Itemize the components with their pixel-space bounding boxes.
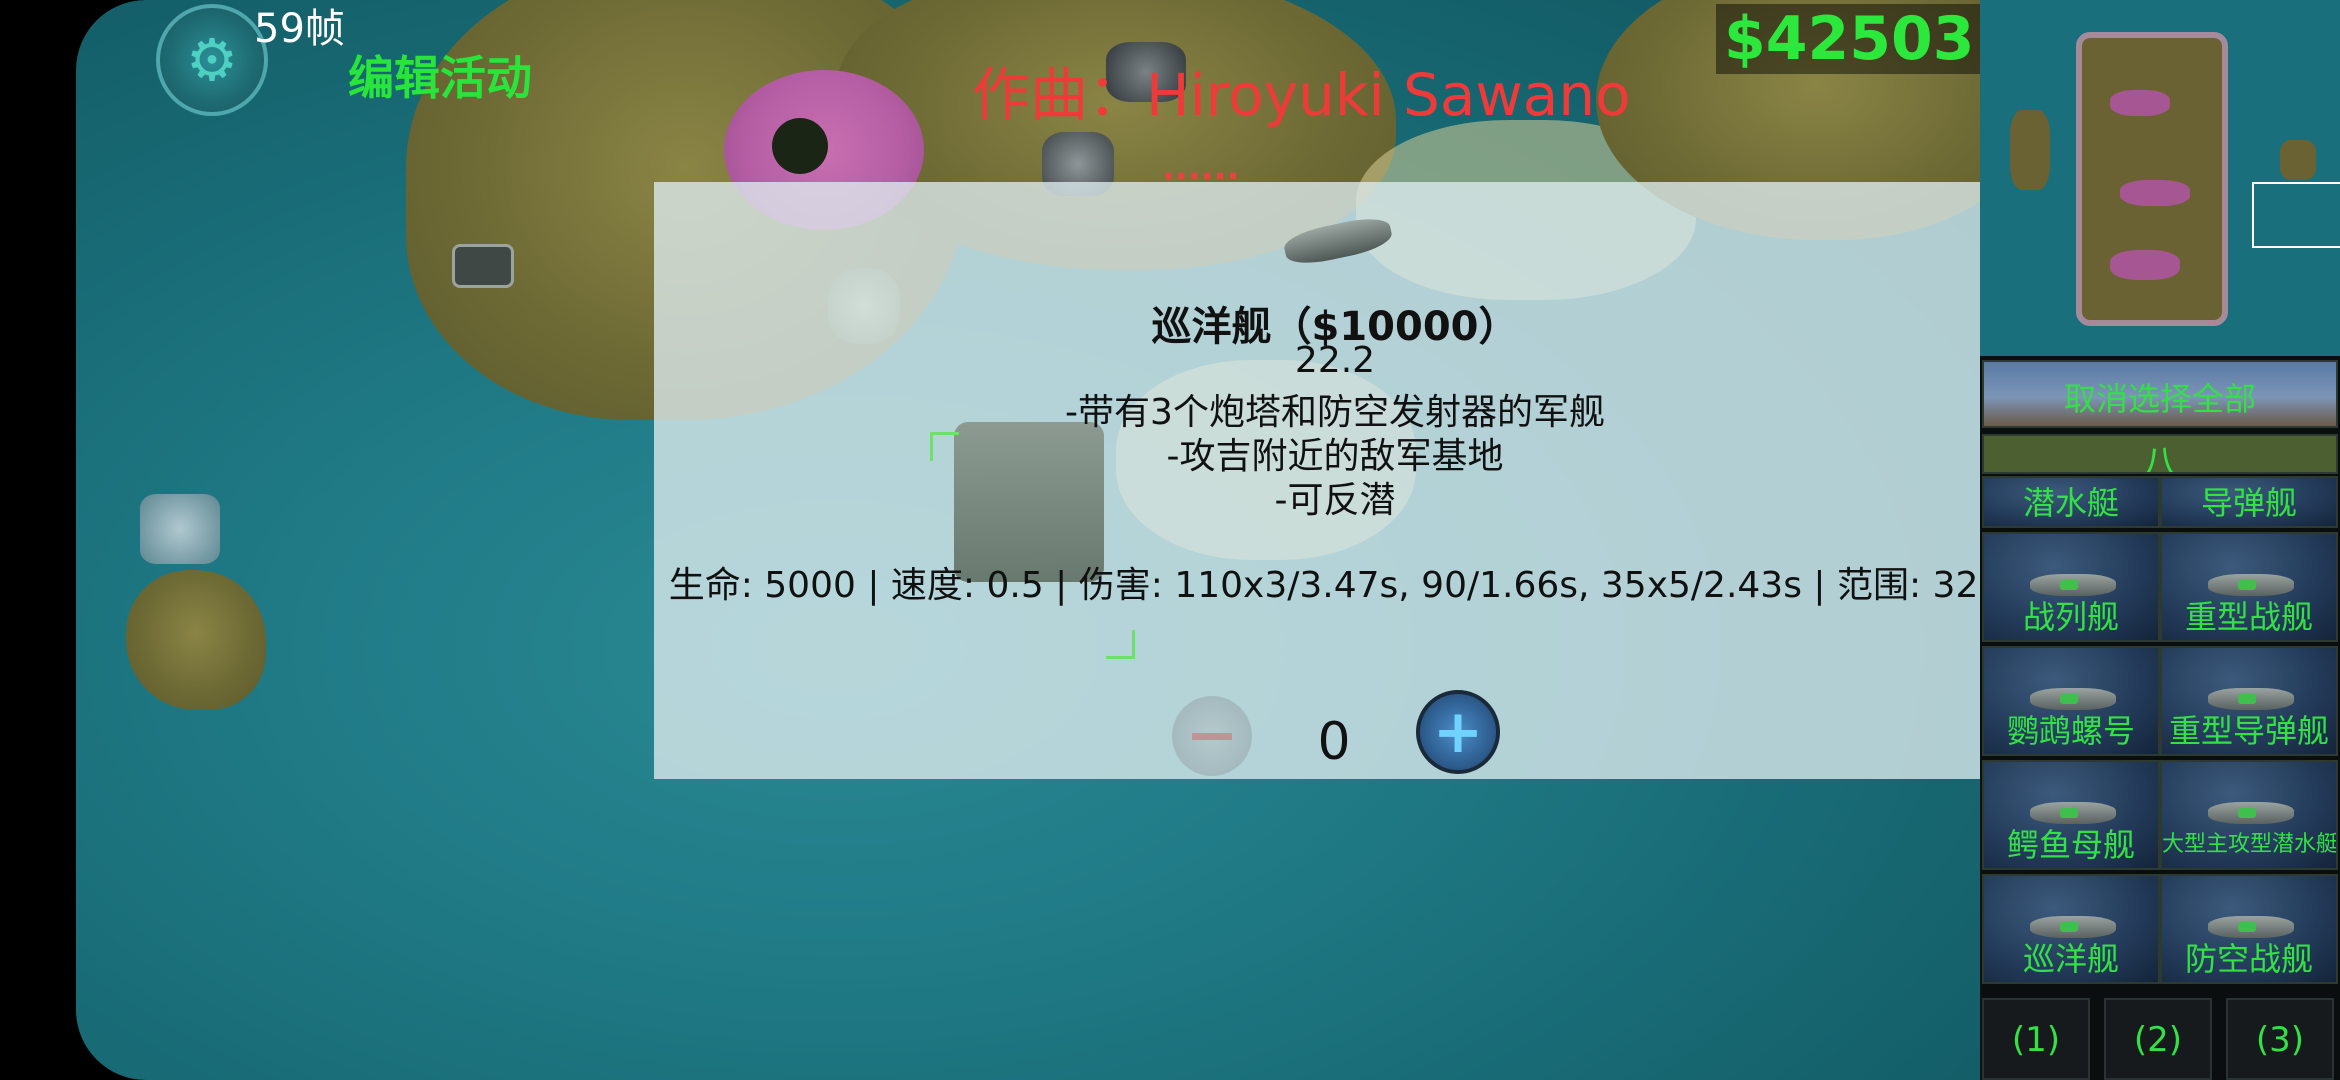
build-submarine-button[interactable]: 潜水艇: [1982, 476, 2160, 528]
minimap-viewport[interactable]: [2252, 182, 2340, 248]
page-indicator-label: 八: [2141, 443, 2178, 474]
build-button-label: 大型主攻型潜水艇: [2162, 832, 2338, 857]
build-battleship-button[interactable]: 战列舰: [1982, 532, 2160, 642]
build-button-label: 导弹舰: [2200, 484, 2297, 522]
control-group-1-button[interactable]: (1): [1982, 998, 2090, 1080]
unit-subtitle: 22.2: [1294, 340, 1376, 381]
fps-counter: 59帧: [254, 6, 345, 52]
build-nautilus-button[interactable]: 鹦鹉螺号: [1982, 646, 2160, 756]
queue-count: 0: [1317, 712, 1351, 772]
build-heavy-missile-ship-button[interactable]: 重型导弹舰: [2160, 646, 2338, 756]
right-command-panel: 取消选择全部 八 潜水艇 导弹舰 战列舰 重型战舰 鹦鹉螺号 重型导弹舰 鳄鱼母…: [1980, 0, 2340, 1080]
build-button-label: 潜水艇: [2022, 484, 2119, 522]
game-map-view[interactable]: ⚙ 59帧 编辑活动 作曲：Hiroyuki Sawano ...... $42…: [76, 0, 1980, 1080]
settings-gear-button[interactable]: ⚙: [156, 4, 268, 116]
selection-bracket: [1106, 630, 1135, 659]
build-cruiser-button[interactable]: 巡洋舰: [1982, 874, 2160, 984]
control-group-2-button[interactable]: (2): [2104, 998, 2212, 1080]
unit-stats: 生命: 5000 | 速度: 0.5 | 伤害: 110x3/3.47s, 90…: [668, 565, 1980, 606]
minimap-land: [2010, 110, 2050, 190]
build-button-label: 重型导弹舰: [2168, 712, 2329, 750]
unit-info-popup: 巡洋舰（$10000） 22.2 -带有3个炮塔和防空发射器的军舰 -攻吉附近的…: [654, 182, 1980, 779]
minimap-creep: [2110, 250, 2180, 280]
tank-unit[interactable]: [452, 244, 514, 288]
build-button-label: 战列舰: [2022, 598, 2119, 636]
repair-bay-building[interactable]: [140, 494, 220, 564]
cruiser-preview: [1281, 213, 1395, 269]
ship-icon: [2208, 802, 2294, 824]
minimap-creep: [2110, 90, 2170, 116]
minimap-creep: [2120, 180, 2190, 206]
minimap[interactable]: [1980, 0, 2340, 356]
money-counter: $425031(+1): [1716, 4, 1980, 74]
minimap-land: [2280, 140, 2316, 180]
edit-activity-label[interactable]: 编辑活动: [348, 42, 532, 108]
deselect-all-button[interactable]: 取消选择全部: [1982, 360, 2338, 428]
gear-icon: ⚙: [186, 26, 238, 94]
build-button-label: 鹦鹉螺号: [2006, 712, 2135, 750]
composer-credit: 作曲：Hiroyuki Sawano: [972, 61, 1631, 129]
build-anti-air-ship-button[interactable]: 防空战舰: [2160, 874, 2338, 984]
control-group-3-button[interactable]: (3): [2226, 998, 2334, 1080]
build-heavy-warship-button[interactable]: 重型战舰: [2160, 532, 2338, 642]
land-island-west: [126, 570, 266, 710]
build-button-label: 巡洋舰: [2022, 940, 2119, 978]
minus-icon: [1192, 733, 1232, 740]
unit-description-line: -可反潜: [1274, 480, 1396, 521]
page-indicator-button[interactable]: 八: [1982, 434, 2338, 474]
build-button-label: 鳄鱼母舰: [2006, 826, 2135, 864]
plus-icon: +: [1432, 697, 1484, 767]
build-missile-ship-button[interactable]: 导弹舰: [2160, 476, 2338, 528]
crater-hole: [772, 118, 828, 174]
build-large-attack-submarine-button[interactable]: 大型主攻型潜水艇: [2160, 760, 2338, 870]
decrease-queue-button[interactable]: [1172, 696, 1252, 776]
deselect-all-label: 取消选择全部: [2063, 380, 2256, 418]
build-button-label: 防空战舰: [2184, 940, 2313, 978]
build-button-label: 重型战舰: [2184, 598, 2313, 636]
minimap-land: [2076, 32, 2228, 326]
control-group-label: (3): [2255, 1020, 2305, 1060]
build-crocodile-carrier-button[interactable]: 鳄鱼母舰: [1982, 760, 2160, 870]
control-group-label: (2): [2133, 1020, 2183, 1060]
control-group-label: (1): [2011, 1020, 2061, 1060]
increase-queue-button[interactable]: +: [1416, 690, 1500, 774]
